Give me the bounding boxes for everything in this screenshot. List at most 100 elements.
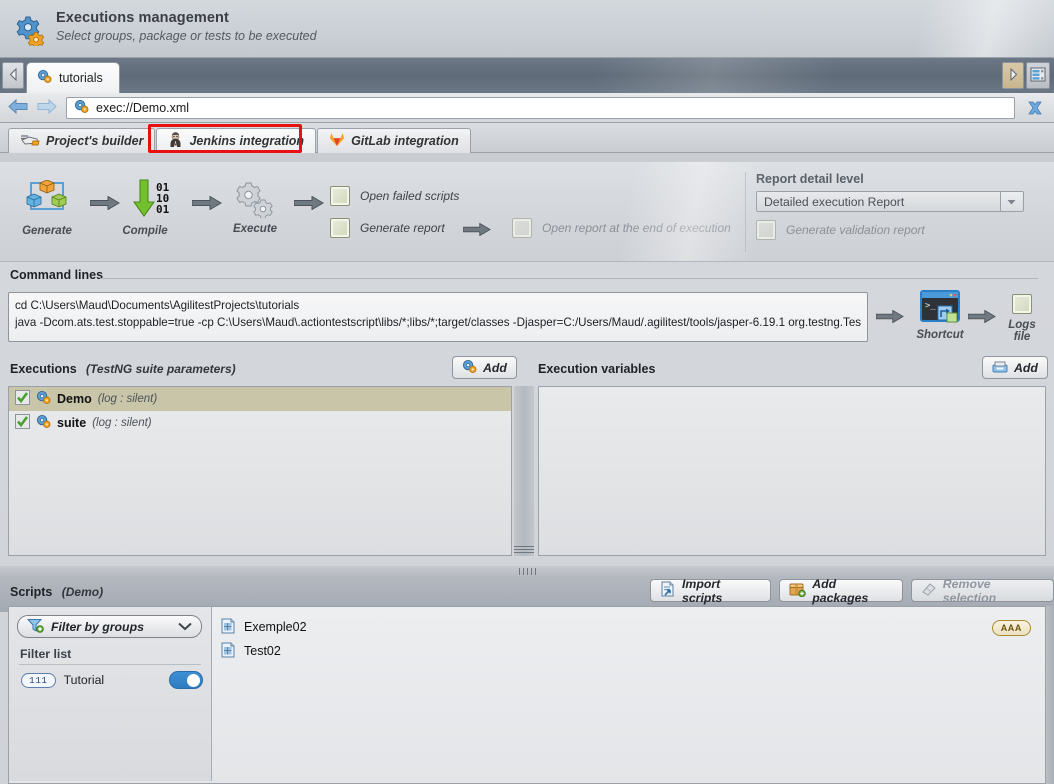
project-tab-label: tutorials [59, 71, 103, 85]
arrow-right-thick-icon [875, 309, 904, 326]
checkbox-icon[interactable] [756, 220, 776, 240]
arrow-right-thick-icon [293, 195, 324, 213]
grip-line [514, 549, 534, 550]
cogs-icon [236, 182, 273, 219]
import-scripts-icon [660, 581, 676, 600]
workflow-step-compile-label: Compile [122, 225, 168, 237]
workflow-step-compile[interactable]: 01 10 01 Compile [115, 178, 189, 237]
execution-variables-add-button[interactable]: Add [982, 356, 1048, 379]
executions-subtitle: (TestNG suite parameters) [86, 362, 236, 376]
command-lines-box[interactable]: cd C:\Users\Maud\Documents\AgilitestProj… [8, 292, 868, 342]
scripts-title: Scripts [10, 585, 53, 599]
import-scripts-button[interactable]: Import scripts [650, 577, 772, 605]
project-tab-tutorials[interactable]: tutorials [26, 62, 120, 93]
arrow-left-icon[interactable] [8, 98, 28, 117]
command-line-2: java -Dcom.ats.test.stoppable=true -cp C… [15, 316, 861, 329]
tabstrip-list-button[interactable] [1026, 62, 1050, 89]
checkbox-checked-icon[interactable] [15, 414, 30, 432]
url-input-value: exec://Demo.xml [96, 100, 190, 115]
grip-line [534, 567, 536, 575]
tabstrip-scroll-right-button[interactable] [1002, 62, 1024, 89]
checkbox-icon[interactable] [330, 218, 350, 238]
filter-item-label: Tutorial [63, 673, 105, 687]
command-lines-rule [100, 278, 1038, 279]
option-open-failed-scripts[interactable]: Open failed scripts [330, 186, 459, 206]
scripts-heading: Scripts (Demo) [10, 585, 103, 599]
filter-list-divider [19, 664, 201, 665]
executions-management-window: Executions management Select groups, pac… [0, 0, 1054, 784]
executions-title: Executions [10, 362, 77, 376]
funnel-add-icon [26, 618, 44, 636]
shortcut-button[interactable]: >_ Shortcut [915, 290, 965, 341]
logs-file-option[interactable]: Logs file [1000, 294, 1044, 343]
command-line-1: cd C:\Users\Maud\Documents\AgilitestProj… [15, 299, 300, 312]
chevron-left-icon [8, 67, 19, 84]
workflow-step-generate[interactable]: Generate [10, 179, 84, 237]
remove-selection-label: Remove selection [942, 576, 997, 605]
checkbox-icon[interactable] [330, 186, 350, 206]
tab-gitlab-integration[interactable]: GitLab integration [317, 128, 471, 153]
grip-line [514, 546, 534, 547]
execution-variables-list[interactable] [538, 386, 1046, 556]
tab-projects-builder-label: Project's builder [46, 134, 144, 148]
option-open-report-at-end-label: Open report at the end of execution [542, 221, 731, 235]
executions-list-item-meta: (log : silent) [92, 417, 152, 429]
toggle-knob [187, 673, 200, 687]
scripts-filter-column: Filter by groups Filter list 111 Tutoria… [9, 607, 212, 781]
chevron-down-icon[interactable] [1000, 192, 1022, 211]
option-generate-validation-report[interactable]: Generate validation report [756, 220, 1045, 240]
close-x-icon[interactable] [1024, 97, 1046, 119]
add-packages-label: Add packages [812, 576, 869, 605]
command-lines-title: Command lines [10, 268, 104, 282]
script-list-item[interactable]: Exemple02 [221, 615, 307, 639]
option-generate-report[interactable]: Generate report [330, 218, 445, 238]
executions-heading: Executions (TestNG suite parameters) [10, 362, 236, 376]
workflow-step-generate-label: Generate [22, 225, 72, 237]
add-packages-button[interactable]: Add packages [779, 576, 903, 605]
executions-list-item-name: Demo [57, 392, 92, 406]
svg-text:>_: >_ [925, 301, 936, 311]
script-list-item[interactable]: Test02 [221, 639, 307, 663]
execution-variables-title: Execution variables [538, 362, 656, 376]
option-open-failed-scripts-label: Open failed scripts [360, 189, 460, 203]
script-list-item-name: Exemple02 [244, 620, 307, 634]
executions-list-item[interactable]: Demo (log : silent) [9, 387, 511, 411]
grip-line [522, 567, 524, 575]
jenkins-butler-icon [168, 131, 183, 151]
main-body: Generate 01 10 01 Compile Execute Open f… [0, 162, 1054, 784]
grip-line [518, 567, 520, 575]
report-detail-level-select[interactable]: Detailed execution Report [756, 191, 1024, 212]
url-input[interactable]: exec://Demo.xml [66, 96, 1015, 119]
filter-item-toggle[interactable] [169, 671, 203, 689]
executions-list-item-meta: (log : silent) [97, 393, 158, 405]
panels-vertical-splitter[interactable] [514, 386, 534, 556]
tabstrip-scroll-left-button[interactable] [2, 62, 24, 89]
shortcut-button-label: Shortcut [916, 329, 964, 341]
main-horizontal-splitter[interactable] [0, 566, 1054, 576]
scripts-subtitle: (Demo) [61, 585, 104, 599]
filter-by-groups-button[interactable]: Filter by groups [17, 615, 202, 638]
binary-download-icon: 01 10 01 [132, 179, 170, 217]
tab-list-icon [1030, 67, 1046, 85]
option-open-report-at-end[interactable]: Open report at the end of execution [512, 218, 731, 238]
arrow-right-icon[interactable] [37, 98, 57, 117]
aaa-badge[interactable]: AAA [991, 620, 1031, 636]
executions-list-item[interactable]: suite (log : silent) [9, 411, 511, 435]
console-shortcut-icon: >_ [920, 290, 960, 323]
report-detail-level-value: Detailed execution Report [764, 194, 905, 209]
report-detail-level-group: Report detail level Detailed execution R… [745, 172, 1045, 252]
checkbox-icon[interactable] [512, 218, 532, 238]
checkbox-checked-icon[interactable] [15, 390, 30, 408]
executions-add-button[interactable]: Add [452, 356, 517, 379]
workflow-step-execute[interactable]: Execute [218, 180, 292, 235]
script-file-icon [221, 642, 236, 661]
filter-list-item-tutorial[interactable]: 111 Tutorial [17, 671, 203, 689]
executions-add-label: Add [483, 360, 507, 375]
remove-selection-button[interactable]: Remove selection [910, 576, 1054, 605]
option-generate-validation-report-label: Generate validation report [786, 223, 925, 237]
integration-tabbar: Project's builder Jenkins integration Gi… [0, 123, 1054, 153]
checkbox-icon[interactable] [1012, 294, 1032, 314]
executions-list[interactable]: Demo (log : silent) suite (log: silent) [8, 386, 512, 556]
tab-jenkins-integration[interactable]: Jenkins integration [156, 128, 317, 153]
tab-projects-builder[interactable]: Project's builder [8, 128, 156, 153]
